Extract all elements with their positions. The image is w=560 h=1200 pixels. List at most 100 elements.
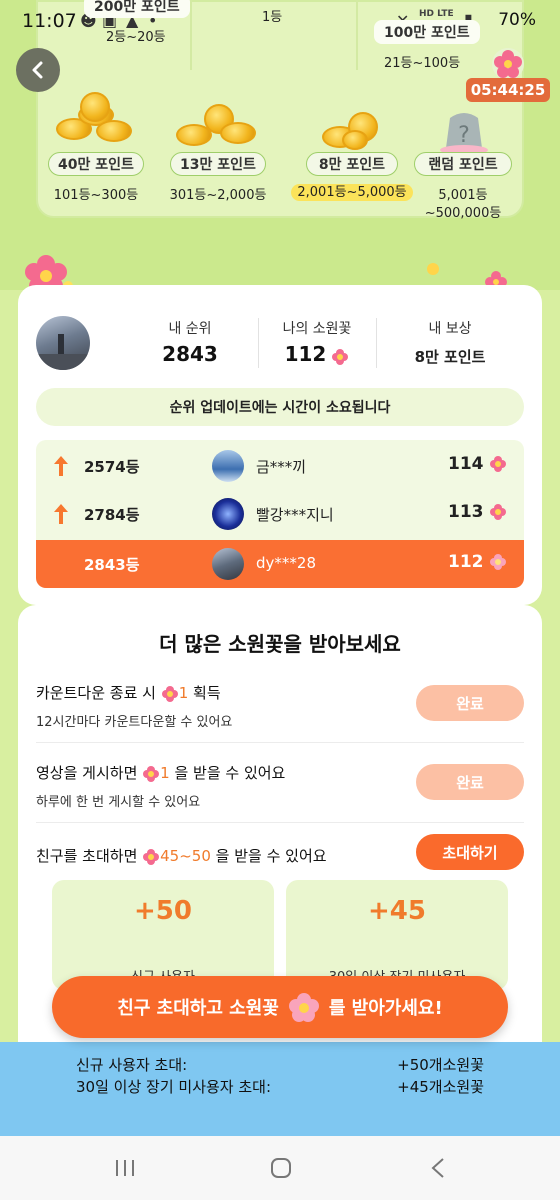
row-name: dy***28 [256,554,316,572]
podium-second-label: 200만 포인트 [84,0,190,18]
my-reward-label: 내 보상 [428,321,472,337]
row-avatar [212,498,244,530]
task-amount: 1 [160,764,170,782]
task-video-subtitle: 하루에 한 번 게시할 수 있어요 [36,795,201,810]
invite-cta-button[interactable]: 친구 초대하고 소원꽃 를 받아가세요! [52,976,508,1038]
recent-apps-icon[interactable] [114,1158,136,1178]
flower-icon [332,348,349,365]
row-rank: 2574등 [84,458,140,476]
rank-up-arrow-icon [54,456,68,476]
task-title-text: 카운트다운 종료 시 [36,684,161,702]
info-value: +45개소원꽃 [397,1078,484,1096]
bonus-new-user-box: +50 신규 사용자 [52,880,274,990]
ranking-row[interactable]: 2574등 금***끼 114 [36,442,524,490]
network-badge: HD LTE [419,9,454,19]
mystery-bag-icon: ? [440,113,488,155]
hd-label: HD [419,9,435,19]
row-score: 114 [448,454,484,474]
info-value: +50개소원꽃 [397,1056,484,1074]
my-flowers-label: 나의 소원꽃 [282,321,352,337]
divider [376,318,377,368]
row-score-wrap: 112 [448,552,507,572]
task-title-text: 친구를 초대하면 [36,847,143,865]
task-invite-title: 친구를 초대하면 45~50 을 받을 수 있어요 [36,845,327,866]
divider [36,742,524,743]
task-title-text: 영상을 게시하면 [36,764,143,782]
flower-icon [492,48,524,80]
flower-icon [288,993,319,1022]
row-rank: 2784등 [84,506,140,524]
avatar[interactable] [36,316,90,370]
flower-icon [143,765,160,782]
back-nav-icon[interactable] [430,1157,446,1179]
small-flower-icon [427,263,439,275]
flower-icon [161,685,178,702]
invite-info-panel: 신규 사용자 초대: +50개소원꽃 30일 이상 장기 미사용자 초대: +4… [0,1042,560,1142]
task-amount: 45~50 [160,847,211,865]
podium-second-range: 2등~20등 [106,30,166,45]
task-title-text: 을 받을 수 있어요 [210,847,327,865]
task-countdown-title: 카운트다운 종료 시 1 획득 [36,682,221,703]
info-label: 30일 이상 장기 미사용자 초대: [76,1078,272,1096]
podium-third-range: 21등~100등 [384,56,461,71]
system-nav-bar [0,1136,560,1200]
ranking-list: 2574등 금***끼 114 2784등 빨강***지니 113 2843등 … [36,440,524,588]
row-rank: 2843등 [84,556,140,574]
flower-icon [490,504,507,520]
task-video-title: 영상을 게시하면 1 을 받을 수 있어요 [36,762,285,783]
reward-tier-1-label: 40만 포인트 [48,152,144,176]
reward-tier-1-range: 101등~300등 [53,188,139,203]
bonus-value: +45 [368,896,426,926]
row-avatar [212,450,244,482]
svg-text:?: ? [458,123,470,148]
ranking-row-me[interactable]: 2843등 dy***28 112 [36,540,524,588]
flower-icon [490,456,507,472]
row-name: 빨강***지니 [256,506,334,524]
task-section-title: 더 많은 소원꽃을 받아보세요 [159,632,401,656]
update-notice: 순위 업데이트에는 시간이 소요됩니다 [36,388,524,426]
reward-tier-4-label: 랜덤 포인트 [414,152,512,176]
chevron-left-icon [32,61,43,79]
row-score-wrap: 113 [448,502,507,522]
reward-tier-3-label: 8만 포인트 [306,152,398,176]
countdown-done-button[interactable]: 완료 [416,685,524,721]
invite-button[interactable]: 초대하기 [416,834,524,870]
row-score-wrap: 114 [448,454,507,474]
row-score: 113 [448,502,484,522]
my-rank-value: 2843 [162,342,218,366]
reward-tier-4-range-line2: ~500,000등 [424,206,502,221]
flower-icon [490,554,507,570]
task-title-text: 획득 [188,684,221,702]
cta-text: 친구 초대하고 소원꽃 [117,998,279,1019]
reward-tier-3-range-wrap: 2,001등~5,000등 [282,181,422,201]
coin-stack-icon [50,92,140,146]
bonus-value: +50 [134,896,192,926]
flower-icon [143,848,160,865]
home-icon[interactable] [270,1157,292,1179]
reward-tier-3-range: 2,001등~5,000등 [291,184,413,201]
task-amount: 1 [178,684,189,702]
podium-first-range: 1등 [262,10,283,25]
status-time: 11:07 [22,10,77,32]
task-countdown-subtitle: 12시간마다 카운트다운할 수 있어요 [36,715,233,730]
my-rank-label: 내 순위 [168,321,212,337]
rank-up-arrow-icon [54,504,68,524]
info-label: 신규 사용자 초대: [76,1056,188,1074]
coin-stack-icon [172,104,262,158]
divider [258,318,259,368]
row-score: 112 [448,552,484,572]
back-button[interactable] [16,48,60,92]
task-title-text: 을 받을 수 있어요 [169,764,286,782]
divider [36,822,524,823]
ranking-row[interactable]: 2784등 빨강***지니 113 [36,490,524,538]
countdown-timer: 05:44:25 [466,78,550,102]
my-flowers-value: 112 [284,342,327,366]
row-name: 금***끼 [256,458,307,476]
podium-third-label: 100만 포인트 [374,20,480,44]
video-done-button[interactable]: 완료 [416,764,524,800]
my-reward-value: 8만 포인트 [414,348,486,366]
lte-label: LTE [437,9,454,19]
reward-tier-2-range: 301등~2,000등 [169,188,267,203]
reward-tier-4-range-line1: 5,001등 [438,188,488,203]
battery-level: 70% [498,10,536,30]
